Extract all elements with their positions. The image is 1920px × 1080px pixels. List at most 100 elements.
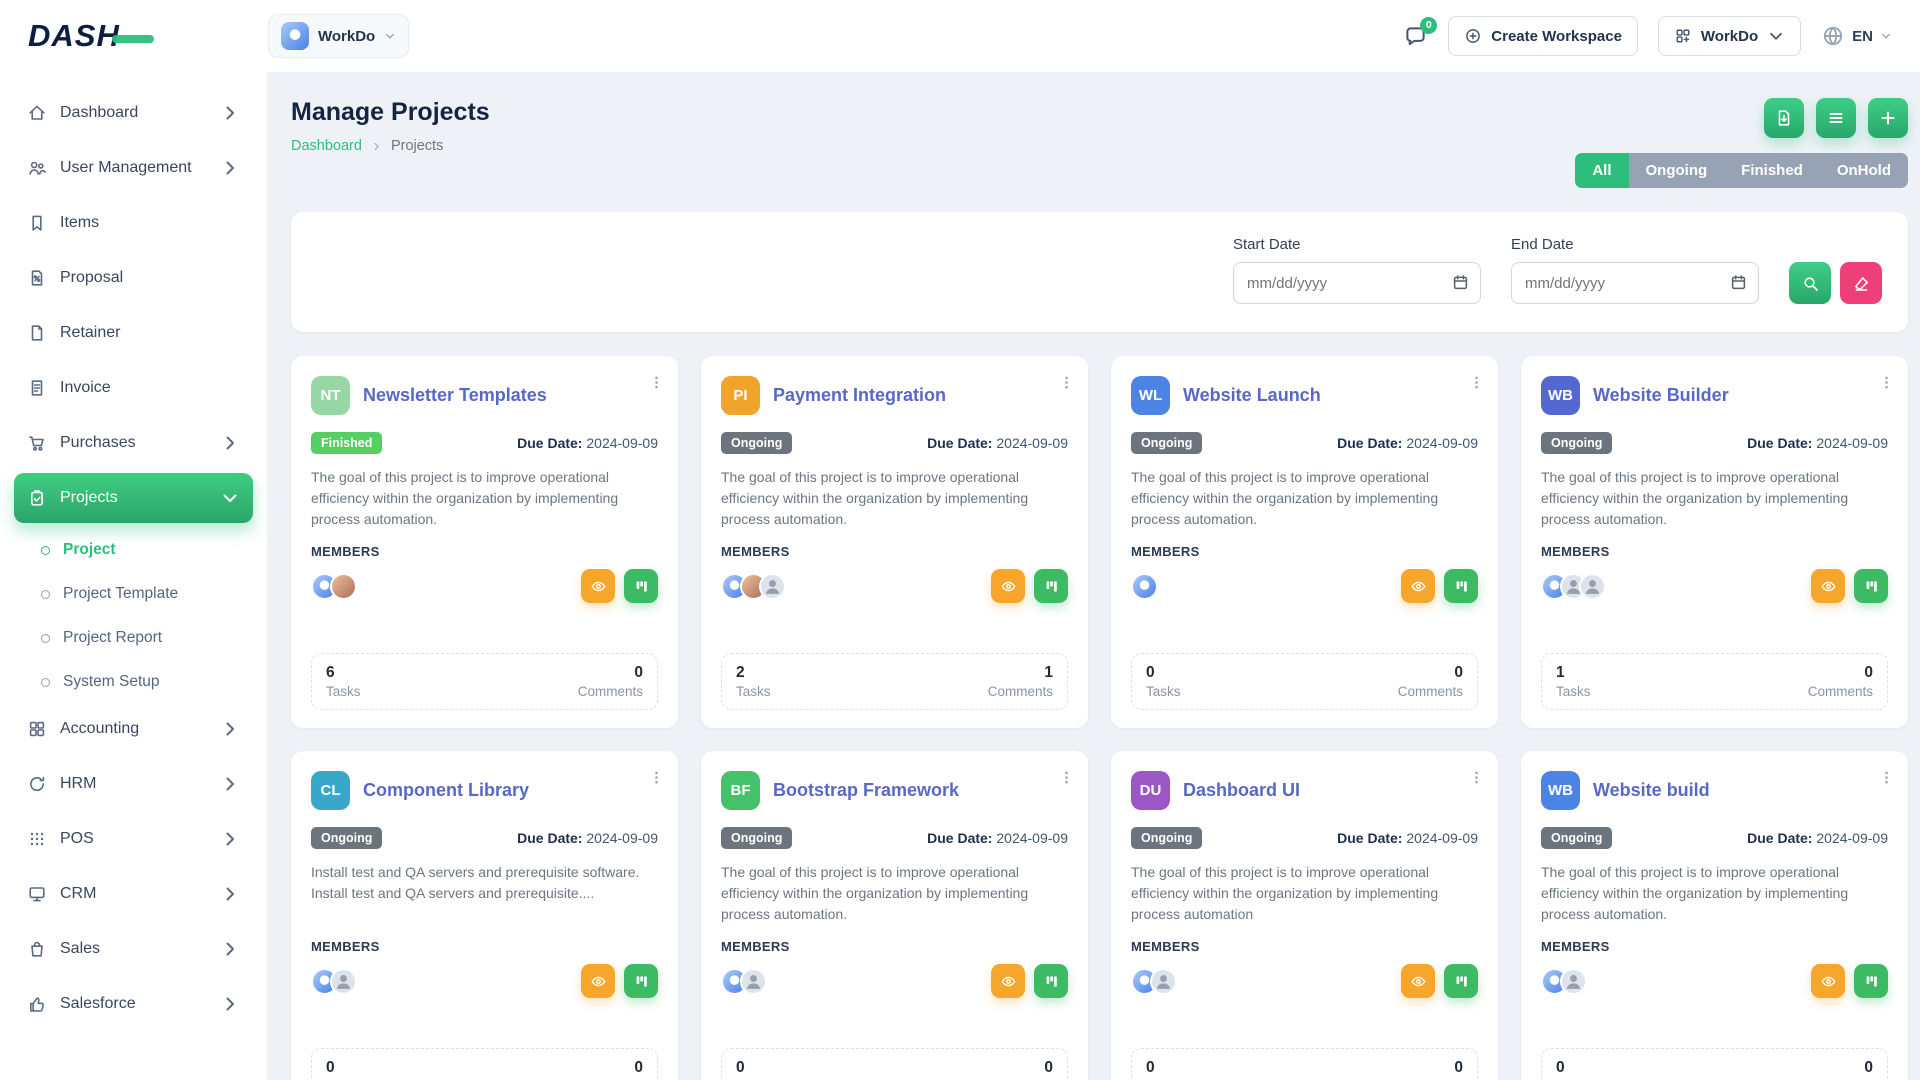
view-project-button[interactable]	[1401, 964, 1435, 998]
member-avatar	[1560, 968, 1587, 995]
sidebar-subitem-project-report[interactable]: Project Report	[14, 616, 253, 660]
sidebar-subitem-project[interactable]: Project	[14, 528, 253, 572]
sidebar-item-pos[interactable]: POS	[14, 814, 253, 864]
sidebar-item-crm[interactable]: CRM	[14, 869, 253, 919]
chevron-right-icon	[220, 829, 240, 849]
project-tasks-button[interactable]	[1854, 964, 1888, 998]
sidebar-item-purchases[interactable]: Purchases	[14, 418, 253, 468]
tab-onhold[interactable]: OnHold	[1820, 153, 1908, 188]
sidebar-item-invoice[interactable]: Invoice	[14, 363, 253, 413]
due-date-value: 2024-09-09	[586, 435, 658, 451]
sidebar-item-hrm[interactable]: HRM	[14, 759, 253, 809]
start-date-input[interactable]	[1233, 262, 1481, 304]
due-date: Due Date: 2024-09-09	[517, 435, 658, 451]
calendar-icon[interactable]	[1729, 273, 1748, 292]
sidebar-item-retainer[interactable]: Retainer	[14, 308, 253, 358]
tab-all[interactable]: All	[1575, 153, 1628, 188]
project-tasks-button[interactable]	[624, 569, 658, 603]
end-date-input[interactable]	[1511, 262, 1759, 304]
project-avatar: WB	[1541, 771, 1580, 810]
grid-icon	[27, 719, 47, 739]
view-project-button[interactable]	[1401, 569, 1435, 603]
view-project-button[interactable]	[991, 569, 1025, 603]
calendar-icon[interactable]	[1451, 273, 1470, 292]
list-view-button[interactable]	[1816, 98, 1856, 138]
language-selector[interactable]: EN	[1821, 24, 1892, 48]
view-project-button[interactable]	[581, 964, 615, 998]
kebab-menu-icon[interactable]	[648, 374, 665, 391]
view-project-button[interactable]	[1811, 569, 1845, 603]
members-label: MEMBERS	[721, 544, 1068, 559]
globe-icon	[1821, 24, 1845, 48]
messages-button[interactable]: 0	[1403, 24, 1428, 49]
project-avatar: DU	[1131, 771, 1170, 810]
project-tasks-button[interactable]	[1854, 569, 1888, 603]
tasks-label: Tasks	[1146, 684, 1181, 699]
project-description: The goal of this project is to improve o…	[721, 467, 1068, 531]
sidebar-subitem-project-template[interactable]: Project Template	[14, 572, 253, 616]
project-tasks-button[interactable]	[1034, 569, 1068, 603]
export-button[interactable]	[1764, 98, 1804, 138]
kebab-menu-icon[interactable]	[1878, 374, 1895, 391]
sidebar-item-label: Invoice	[60, 379, 240, 397]
kebab-menu-icon[interactable]	[648, 769, 665, 786]
tab-finished[interactable]: Finished	[1724, 153, 1820, 188]
chevron-right-icon	[220, 994, 240, 1014]
project-tasks-button[interactable]	[1444, 964, 1478, 998]
due-date: Due Date: 2024-09-09	[1337, 435, 1478, 451]
sidebar-subitem-system-setup[interactable]: System Setup	[14, 660, 253, 704]
project-avatar: NT	[311, 376, 350, 415]
invoice-icon	[27, 378, 47, 398]
project-avatar: CL	[311, 771, 350, 810]
view-project-button[interactable]	[991, 964, 1025, 998]
view-project-button[interactable]	[581, 569, 615, 603]
project-title-link[interactable]: Payment Integration	[773, 385, 946, 407]
workspace-menu-button[interactable]: WorkDo	[1658, 16, 1801, 56]
kebab-menu-icon[interactable]	[1468, 769, 1485, 786]
sidebar-item-label: Projects	[60, 489, 207, 507]
workspace-selector[interactable]: WorkDo	[268, 14, 409, 58]
chevron-right-icon	[220, 774, 240, 794]
due-date-value: 2024-09-09	[1816, 830, 1888, 846]
project-title-link[interactable]: Newsletter Templates	[363, 385, 547, 407]
kebab-menu-icon[interactable]	[1878, 769, 1895, 786]
member-avatars	[1131, 968, 1177, 995]
sidebar-item-salesforce[interactable]: Salesforce	[14, 979, 253, 1029]
sidebar-item-proposal[interactable]: Proposal	[14, 253, 253, 303]
kebab-menu-icon[interactable]	[1058, 769, 1075, 786]
sidebar-item-projects[interactable]: Projects	[14, 473, 253, 523]
project-title-link[interactable]: Website Launch	[1183, 385, 1321, 407]
create-workspace-button[interactable]: Create Workspace	[1448, 16, 1638, 56]
comments-count: 0	[1454, 664, 1463, 682]
apply-filter-button[interactable]	[1789, 262, 1831, 304]
project-tasks-button[interactable]	[1034, 964, 1068, 998]
clear-filter-button[interactable]	[1840, 262, 1882, 304]
member-avatar	[330, 573, 357, 600]
project-description: The goal of this project is to improve o…	[1541, 467, 1888, 531]
sidebar-item-sales[interactable]: Sales	[14, 924, 253, 974]
due-date-label: Due Date:	[517, 830, 582, 846]
view-project-button[interactable]	[1811, 964, 1845, 998]
breadcrumb-dashboard-link[interactable]: Dashboard	[291, 138, 362, 154]
chevron-right-icon	[220, 719, 240, 739]
sidebar-item-label: Items	[60, 214, 240, 232]
page-head: Manage Projects Dashboard Projects AllOn…	[291, 98, 1908, 188]
sidebar-item-label: User Management	[60, 159, 207, 177]
sidebar-item-user-management[interactable]: User Management	[14, 143, 253, 193]
project-title-link[interactable]: Dashboard UI	[1183, 780, 1300, 802]
project-tasks-button[interactable]	[624, 964, 658, 998]
sidebar-item-dashboard[interactable]: Dashboard	[14, 88, 253, 138]
project-title-link[interactable]: Website build	[1593, 780, 1710, 802]
sidebar-item-accounting[interactable]: Accounting	[14, 704, 253, 754]
create-project-button[interactable]	[1868, 98, 1908, 138]
project-title-link[interactable]: Website Builder	[1593, 385, 1729, 407]
project-title-link[interactable]: Component Library	[363, 780, 529, 802]
kebab-menu-icon[interactable]	[1468, 374, 1485, 391]
sidebar-item-items[interactable]: Items	[14, 198, 253, 248]
kebab-menu-icon[interactable]	[1058, 374, 1075, 391]
tab-ongoing[interactable]: Ongoing	[1629, 153, 1725, 188]
project-tasks-button[interactable]	[1444, 569, 1478, 603]
plus-circle-icon	[1464, 27, 1482, 45]
project-title-link[interactable]: Bootstrap Framework	[773, 780, 959, 802]
eye-icon	[1000, 578, 1017, 595]
